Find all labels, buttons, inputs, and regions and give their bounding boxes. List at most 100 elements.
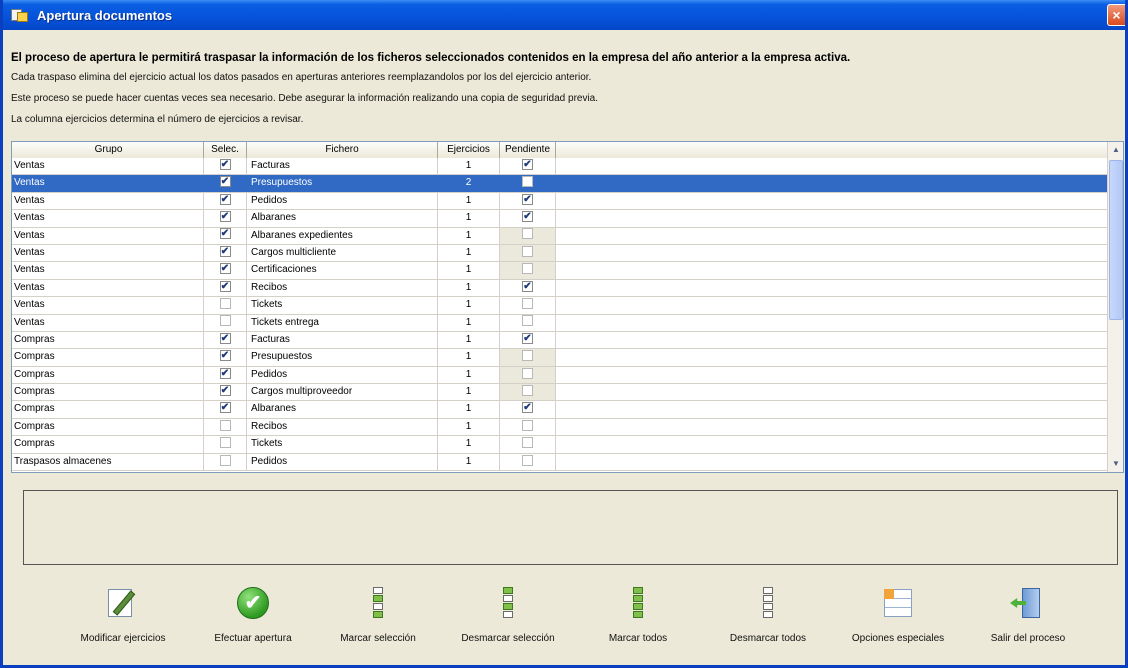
fichero-cell[interactable]: Pedidos <box>247 453 438 471</box>
pendiente-cell[interactable] <box>500 453 556 471</box>
pendiente-cell[interactable]: ✔ <box>500 279 556 297</box>
fichero-cell[interactable]: Albaranes <box>247 401 438 418</box>
selec-checkbox[interactable]: ✔ <box>219 176 231 188</box>
pendiente-cell[interactable]: ✔ <box>500 331 556 349</box>
fichero-cell[interactable]: Recibos <box>247 279 438 297</box>
selec-cell[interactable]: ✔ <box>204 366 247 384</box>
pendiente-cell[interactable] <box>500 349 556 366</box>
grupo-cell[interactable]: Ventas <box>12 175 204 192</box>
fichero-cell[interactable]: Albaranes <box>247 210 438 227</box>
fichero-cell[interactable]: Cargos multicliente <box>247 244 438 262</box>
table-row[interactable]: Ventas ✔ Presupuestos 2 <box>12 175 1108 193</box>
ejercicios-cell[interactable]: 1 <box>438 192 500 210</box>
fichero-cell[interactable]: Tickets entrega <box>247 314 438 331</box>
pendiente-checkbox[interactable] <box>522 437 533 449</box>
table-row[interactable]: Compras ✔ Albaranes 1 ✔ <box>12 401 1108 419</box>
pendiente-checkbox[interactable] <box>522 263 533 275</box>
pendiente-checkbox[interactable] <box>522 367 533 379</box>
pendiente-cell[interactable]: ✔ <box>500 158 556 175</box>
pendiente-cell[interactable]: ✔ <box>500 210 556 227</box>
opciones-especiales-button[interactable]: Opciones especiales <box>838 585 958 644</box>
pendiente-checkbox[interactable] <box>522 176 533 188</box>
files-grid[interactable]: Grupo Selec. Fichero Ejercicios Pendient… <box>11 141 1124 473</box>
grupo-cell[interactable]: Traspasos almacenes <box>12 453 204 471</box>
pendiente-checkbox[interactable]: ✔ <box>522 158 533 170</box>
fichero-cell[interactable]: Tickets <box>247 297 438 314</box>
ejercicios-cell[interactable]: 1 <box>438 210 500 227</box>
selec-checkbox[interactable] <box>219 315 231 327</box>
selec-checkbox[interactable] <box>219 419 231 431</box>
fichero-cell[interactable]: Presupuestos <box>247 349 438 366</box>
selec-cell[interactable]: ✔ <box>204 384 247 401</box>
scroll-down-icon[interactable]: ▼ <box>1108 456 1123 472</box>
fichero-cell[interactable]: Presupuestos <box>247 175 438 192</box>
table-row[interactable]: Ventas ✔ Cargos multicliente 1 <box>12 244 1108 263</box>
table-row[interactable]: Compras ✔ Presupuestos 1 <box>12 349 1108 367</box>
ejercicios-cell[interactable]: 1 <box>438 227 500 244</box>
ejercicios-cell[interactable]: 1 <box>438 453 500 471</box>
ejercicios-cell[interactable]: 1 <box>438 418 500 436</box>
table-row[interactable]: Ventas ✔ Albaranes expedientes 1 <box>12 227 1108 245</box>
grupo-cell[interactable]: Ventas <box>12 210 204 227</box>
grupo-cell[interactable]: Compras <box>12 418 204 436</box>
fichero-cell[interactable]: Pedidos <box>247 192 438 210</box>
fichero-cell[interactable]: Facturas <box>247 158 438 175</box>
pendiente-checkbox[interactable] <box>522 454 533 466</box>
grupo-cell[interactable]: Ventas <box>12 227 204 244</box>
pendiente-checkbox[interactable]: ✔ <box>522 193 533 205</box>
selec-cell[interactable]: ✔ <box>204 279 247 297</box>
vertical-scrollbar[interactable]: ▲ ▼ <box>1107 142 1123 472</box>
table-row[interactable]: Ventas ✔ Facturas 1 ✔ <box>12 158 1108 176</box>
header-ejercicios[interactable]: Ejercicios <box>438 142 500 158</box>
ejercicios-cell[interactable]: 1 <box>438 331 500 349</box>
fichero-cell[interactable]: Certificaciones <box>247 262 438 279</box>
selec-checkbox[interactable]: ✔ <box>219 280 231 292</box>
scroll-thumb[interactable] <box>1109 160 1123 320</box>
header-fichero[interactable]: Fichero <box>247 142 438 158</box>
ejercicios-cell[interactable]: 1 <box>438 349 500 366</box>
close-button[interactable]: × <box>1107 4 1125 26</box>
grupo-cell[interactable]: Ventas <box>12 192 204 210</box>
pendiente-checkbox[interactable] <box>522 419 533 431</box>
header-pendiente[interactable]: Pendiente <box>500 142 556 158</box>
pendiente-cell[interactable] <box>500 244 556 262</box>
table-row[interactable]: Ventas Tickets entrega 1 <box>12 314 1108 332</box>
marcar-todos-button[interactable]: Marcar todos <box>578 585 698 644</box>
selec-checkbox[interactable]: ✔ <box>219 263 231 275</box>
marcar-seleccion-button[interactable]: Marcar selección <box>318 585 438 644</box>
pendiente-cell[interactable] <box>500 227 556 244</box>
selec-checkbox[interactable]: ✔ <box>219 332 231 344</box>
pendiente-checkbox[interactable] <box>522 350 533 362</box>
selec-cell[interactable]: ✔ <box>204 262 247 279</box>
fichero-cell[interactable]: Facturas <box>247 331 438 349</box>
table-row[interactable]: Compras ✔ Facturas 1 ✔ <box>12 331 1108 350</box>
ejercicios-cell[interactable]: 1 <box>438 366 500 384</box>
selec-checkbox[interactable]: ✔ <box>219 384 231 396</box>
title-bar[interactable]: Apertura documentos × <box>3 0 1125 30</box>
grupo-cell[interactable]: Compras <box>12 384 204 401</box>
selec-cell[interactable] <box>204 314 247 331</box>
efectuar-apertura-button[interactable]: ✔ Efectuar apertura <box>193 585 313 644</box>
ejercicios-cell[interactable]: 1 <box>438 401 500 418</box>
pendiente-cell[interactable] <box>500 366 556 384</box>
pendiente-checkbox[interactable] <box>522 384 533 396</box>
selec-cell[interactable]: ✔ <box>204 349 247 366</box>
pendiente-cell[interactable] <box>500 175 556 192</box>
pendiente-cell[interactable]: ✔ <box>500 401 556 418</box>
pendiente-checkbox[interactable] <box>522 228 533 240</box>
grupo-cell[interactable]: Compras <box>12 436 204 453</box>
selec-cell[interactable]: ✔ <box>204 331 247 349</box>
ejercicios-cell[interactable]: 1 <box>438 279 500 297</box>
table-row[interactable]: Ventas Tickets 1 <box>12 297 1108 315</box>
table-row[interactable]: Compras Tickets 1 <box>12 436 1108 454</box>
header-selec[interactable]: Selec. <box>204 142 247 158</box>
grupo-cell[interactable]: Ventas <box>12 314 204 331</box>
fichero-cell[interactable]: Cargos multiproveedor <box>247 384 438 401</box>
table-row[interactable]: Ventas ✔ Certificaciones 1 <box>12 262 1108 280</box>
grupo-cell[interactable]: Compras <box>12 349 204 366</box>
selec-checkbox[interactable]: ✔ <box>219 350 231 362</box>
pendiente-cell[interactable] <box>500 418 556 436</box>
selec-cell[interactable] <box>204 453 247 471</box>
table-row[interactable]: Compras ✔ Pedidos 1 <box>12 366 1108 385</box>
desmarcar-todos-button[interactable]: Desmarcar todos <box>708 585 828 644</box>
